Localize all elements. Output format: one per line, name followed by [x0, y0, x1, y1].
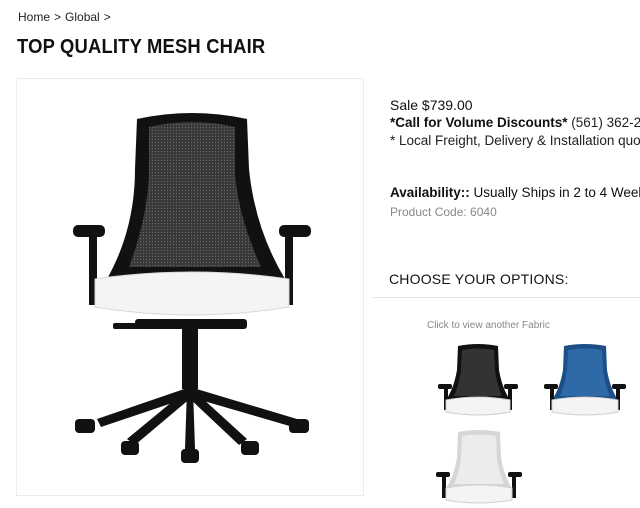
- page-title: TOP QUALITY MESH CHAIR: [17, 36, 266, 58]
- black-mesh-chair-thumbnail: [438, 344, 518, 416]
- breadcrumb-separator: >: [103, 10, 111, 24]
- availability: Availability:: Usually Ships in 2 to 4 W…: [390, 185, 640, 200]
- availability-value: Usually Ships in 2 to 4 Weeks: [473, 185, 640, 200]
- product-code: Product Code: 6040: [390, 205, 497, 219]
- options-heading: CHOOSE YOUR OPTIONS:: [389, 271, 569, 287]
- sale-price: Sale $739.00: [390, 97, 473, 113]
- breadcrumb: Home > Global >: [18, 10, 111, 24]
- volume-discount-label: *Call for Volume Discounts*: [390, 115, 568, 130]
- fabric-swatch-blue[interactable]: [542, 340, 628, 420]
- product-image[interactable]: [16, 78, 364, 496]
- phone-number[interactable]: (561) 362-2492: [571, 115, 640, 130]
- white-mesh-chair-thumbnail: [436, 430, 522, 504]
- availability-label: Availability::: [390, 185, 470, 200]
- fabric-caption: Click to view another Fabric: [427, 320, 550, 331]
- volume-discount-line: *Call for Volume Discounts* (561) 362-24…: [390, 114, 640, 132]
- divider: [372, 297, 640, 298]
- mesh-chair-image: [73, 113, 311, 463]
- pricing-block: Sale $739.00 *Call for Volume Discounts*…: [390, 96, 640, 150]
- fabric-swatch-black[interactable]: [436, 340, 520, 420]
- blue-mesh-chair-thumbnail: [544, 344, 626, 416]
- breadcrumb-global-link[interactable]: Global: [65, 10, 100, 24]
- local-freight-note: * Local Freight, Delivery & Installation…: [390, 133, 640, 148]
- product-page: Home > Global > TOP QUALITY MESH CHAIR S…: [0, 0, 640, 508]
- fabric-swatch-white[interactable]: [434, 426, 524, 506]
- breadcrumb-separator: >: [54, 10, 62, 24]
- breadcrumb-home-link[interactable]: Home: [18, 10, 50, 24]
